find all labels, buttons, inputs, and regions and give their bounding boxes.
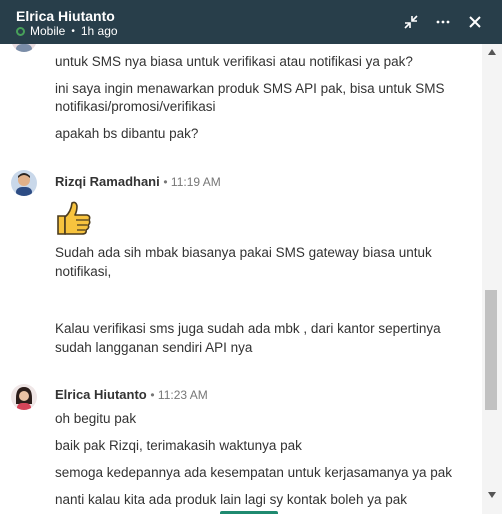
chat-header: Elrica Hiutanto Mobile • 1h ago — [0, 0, 502, 44]
scrollbar-thumb[interactable] — [485, 290, 497, 410]
scroll-up-button[interactable] — [486, 46, 498, 58]
profile-photo-icon — [11, 44, 37, 52]
message-line: Sudah ada sih mbak biasanya pakai SMS ga… — [55, 245, 432, 260]
thumbs-up-icon — [55, 199, 93, 242]
message-time: • 11:19 AM — [163, 175, 221, 189]
avatar[interactable] — [11, 384, 37, 410]
avatar[interactable] — [11, 170, 37, 196]
message-line: ini saya ingin menawarkan produk SMS API… — [55, 81, 445, 96]
sender-header: Elrica Hiutanto • 11:23 AM — [55, 387, 208, 402]
message-line: nanti kalau kita ada produk lain lagi sy… — [55, 492, 407, 507]
minimize-button[interactable] — [399, 10, 423, 34]
online-status-icon — [16, 26, 25, 36]
status-text: Mobile — [30, 24, 66, 38]
message-line: apakah bs dibantu pak? — [55, 126, 199, 141]
message-time: • 11:23 AM — [150, 388, 208, 402]
collapse-icon — [404, 15, 418, 29]
message-line: semoga kedepannya ada kesempatan untuk k… — [55, 465, 453, 480]
scrollbar[interactable] — [482, 44, 502, 514]
message-thread[interactable]: untuk SMS nya biasa untuk verifikasi ata… — [0, 44, 482, 514]
message-line: Kalau verifikasi sms juga sudah ada mbk … — [55, 321, 441, 336]
message-line: baik pak Rizqi, terimakasih waktunya pak — [55, 438, 302, 453]
more-dots-icon — [436, 20, 450, 24]
scroll-down-button[interactable] — [486, 489, 498, 501]
triangle-down-icon — [488, 492, 496, 498]
profile-photo-icon — [11, 170, 37, 196]
sender-name[interactable]: Rizqi Ramadhani — [55, 174, 160, 189]
close-icon — [469, 16, 481, 28]
sender-header: Rizqi Ramadhani • 11:19 AM — [55, 174, 221, 189]
avatar — [11, 44, 37, 52]
contact-status: Mobile • 1h ago — [16, 24, 118, 38]
more-options-button[interactable] — [431, 10, 455, 34]
last-seen-text: 1h ago — [80, 24, 118, 38]
message-line: notifikasi/promosi/verifikasi — [55, 99, 216, 114]
status-separator: • — [71, 25, 75, 37]
sender-name[interactable]: Elrica Hiutanto — [55, 387, 147, 402]
message-line: untuk SMS nya biasa untuk verifikasi ata… — [55, 54, 413, 69]
contact-name[interactable]: Elrica Hiutanto — [16, 8, 115, 24]
triangle-up-icon — [488, 49, 496, 55]
close-button[interactable] — [463, 10, 487, 34]
message-line: sudah langganan sendiri API nya — [55, 340, 253, 355]
message-line: notifikasi, — [55, 264, 112, 279]
profile-photo-icon — [11, 384, 37, 410]
message-line: oh begitu pak — [55, 411, 137, 426]
